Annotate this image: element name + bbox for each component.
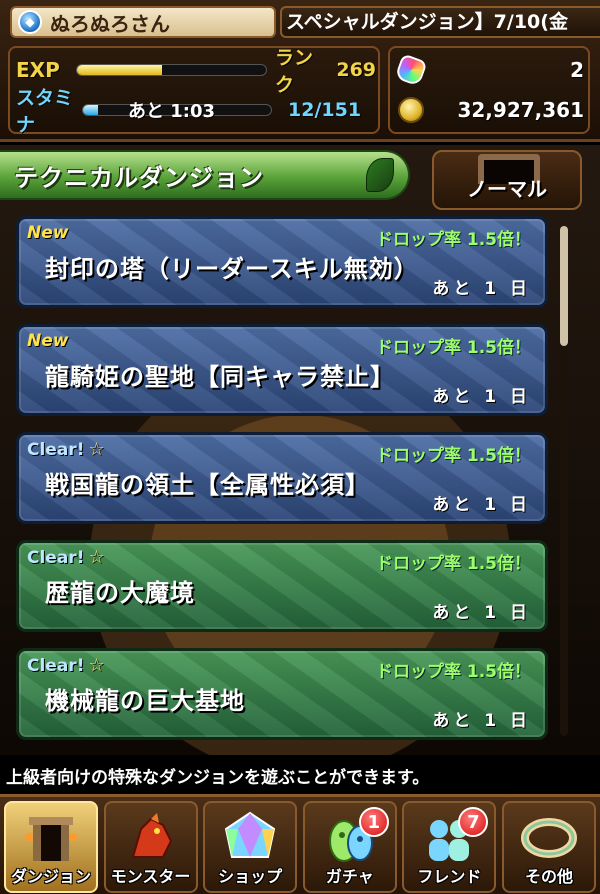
clear-badge: Clear! ☆	[27, 655, 105, 676]
days-left-label: あと 1 日	[432, 495, 531, 515]
resources-panel: 2 32,927,361	[388, 46, 590, 134]
dungeon-card[interactable]: New ドロップ率 1.5倍！ 封印の塔（リーダースキル無効） あと 1 日	[16, 216, 548, 308]
user-name: ぬろぬろさん	[50, 11, 170, 36]
user-badge-icon: ◆	[18, 10, 42, 34]
clear-badge: Clear! ☆	[27, 547, 105, 568]
badge-text: Clear!	[27, 548, 85, 568]
dungeon-name: 機械龍の巨大基地	[45, 687, 245, 715]
drop-rate-label: ドロップ率 1.5倍！	[375, 554, 531, 574]
new-badge: New	[27, 331, 68, 351]
drop-rate-label: ドロップ率 1.5倍！	[375, 230, 531, 250]
drop-rate-label: ドロップ率 1.5倍！	[375, 338, 531, 358]
nav-item[interactable]: 1 ガチャ	[302, 801, 397, 893]
exp-label: EXP	[16, 58, 60, 82]
rank-value: 269	[336, 59, 377, 81]
user-name-plate[interactable]: ◆ ぬろぬろさん	[10, 6, 276, 38]
drop-rate-label: ドロップ率 1.5倍！	[375, 662, 531, 682]
nav-label: ガチャ	[325, 867, 374, 886]
dungeon-name: 戦国龍の領土【全属性必須】	[45, 471, 370, 499]
coin-icon	[398, 97, 424, 123]
magic-stone-icon	[394, 53, 428, 87]
mode-label: ノーマル	[467, 177, 547, 201]
stamina-timer: あと 1:03	[128, 101, 216, 122]
dungeon-name: 龍騎姫の聖地【同キャラ禁止】	[45, 363, 395, 391]
coin-row: 32,927,361	[398, 92, 584, 128]
stamina-value: 12/151	[288, 99, 362, 121]
notification-badge: 7	[458, 807, 489, 837]
nav-item[interactable]: モンスター	[103, 801, 198, 893]
hint-text: 上級者向けの特殊なダンジョンを遊ぶことができます。	[6, 767, 430, 788]
stamina-row: スタミナ あと 1:03 12/151	[16, 87, 376, 136]
badge-text: New	[27, 331, 69, 351]
gate-icon	[23, 811, 79, 865]
news-ticker[interactable]: スペシャルダンジョン】7/10(金	[280, 6, 600, 38]
stamina-label: スタミナ	[16, 87, 74, 136]
dungeon-list: New ドロップ率 1.5倍！ 封印の塔（リーダースキル無効） あと 1 日 New ドロ…	[16, 216, 548, 756]
coin-count: 32,927,361	[457, 98, 584, 122]
nav-label: ショップ	[218, 867, 283, 886]
star-icon: ☆	[88, 439, 105, 460]
nav-item[interactable]: ダンジョン	[4, 801, 98, 893]
notification-badge: 1	[358, 807, 389, 837]
ring-icon	[520, 811, 577, 865]
star-icon: ☆	[88, 547, 105, 568]
days-left-label: あと 1 日	[432, 387, 531, 407]
magic-stone-count: 2	[570, 58, 584, 82]
dungeon-name: 封印の塔（リーダースキル無効）	[45, 255, 419, 283]
badge-text: New	[27, 223, 69, 243]
dungeon-card[interactable]: New ドロップ率 1.5倍！ 龍騎姫の聖地【同キャラ禁止】あと 1 日	[16, 324, 548, 416]
new-badge: New	[27, 223, 68, 243]
dungeon-card[interactable]: Clear! ☆ ドロップ率 1.5倍！ 歴龍の大魔境あと 1 日	[16, 540, 548, 632]
stamina-bar-fill	[83, 105, 99, 115]
dungeon-name: 歴龍の大魔境	[45, 579, 195, 607]
dungeon-card[interactable]: Clear! ☆ ドロップ率 1.5倍！ 戦国龍の領土【全属性必須】あと 1 日	[16, 432, 548, 524]
difficulty-mode-button[interactable]: ノーマル	[432, 150, 582, 210]
hint-bar: 上級者向けの特殊なダンジョンを遊ぶことができます。	[0, 758, 600, 792]
gem-icon	[222, 811, 278, 865]
days-left-label: あと 1 日	[432, 279, 531, 299]
star-icon: ☆	[88, 655, 105, 676]
nav-label: その他	[524, 867, 573, 886]
scrollbar-thumb[interactable]	[560, 226, 568, 346]
rank-label: ランク	[274, 47, 313, 96]
nav-item[interactable]: ショップ	[203, 801, 298, 893]
badge-text: Clear!	[27, 656, 85, 676]
status-header: ◆ ぬろぬろさん スペシャルダンジョン】7/10(金 EXP ランク 269 ス…	[0, 0, 600, 142]
magic-stone-row[interactable]: 2	[394, 52, 584, 88]
exp-bar-fill	[77, 65, 163, 75]
dragon-icon	[123, 811, 179, 865]
section-banner: テクニカルダンジョン	[0, 150, 410, 200]
exp-bar	[76, 64, 267, 76]
drop-rate-label: ドロップ率 1.5倍！	[375, 446, 531, 466]
days-left-label: あと 1 日	[432, 603, 531, 623]
list-scrollbar[interactable]	[560, 226, 568, 736]
section-title: テクニカルダンジョン	[14, 163, 264, 192]
nav-label: フレンド	[417, 867, 482, 886]
nav-item[interactable]: その他	[501, 801, 596, 893]
player-stats-panel: EXP ランク 269 スタミナ あと 1:03 12/151	[8, 46, 380, 136]
clear-badge: Clear! ☆	[27, 439, 105, 460]
nav-label: ダンジョン	[10, 867, 91, 886]
bottom-navigation: ダンジョン モンスター ショップ 1 ガチャ 7 フレンド その他	[0, 794, 600, 894]
dungeon-card[interactable]: Clear! ☆ ドロップ率 1.5倍！ 機械龍の巨大基地あと 1 日	[16, 648, 548, 740]
days-left-label: あと 1 日	[432, 711, 531, 731]
nav-label: モンスター	[110, 867, 191, 886]
badge-text: Clear!	[27, 440, 85, 460]
nav-item[interactable]: 7 フレンド	[402, 801, 497, 893]
dragon-wing-icon	[366, 158, 394, 192]
